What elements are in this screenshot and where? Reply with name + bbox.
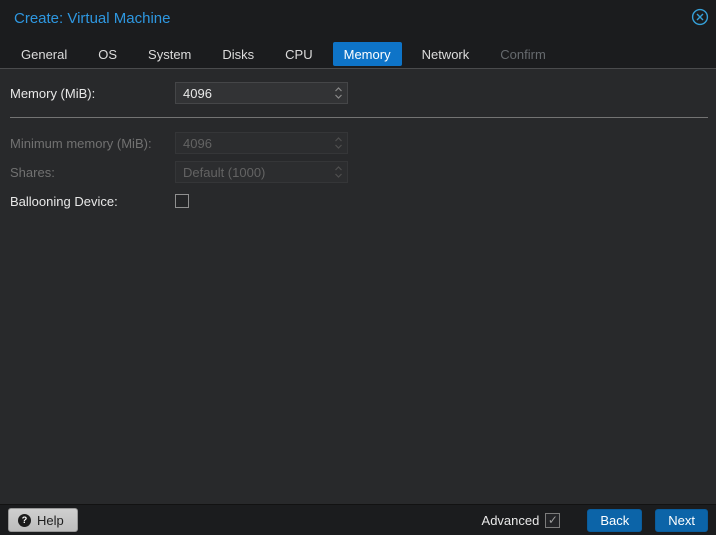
dialog-footer: Help Advanced Back Next: [0, 505, 716, 535]
min-memory-input: 4096: [175, 132, 348, 154]
wizard-tabbar: General OS System Disks CPU Memory Netwo…: [10, 42, 706, 66]
memory-input[interactable]: 4096: [175, 82, 348, 104]
spinner-arrows-icon: [334, 165, 343, 179]
close-icon: [691, 8, 709, 29]
help-button-label: Help: [37, 512, 64, 528]
min-memory-label: Minimum memory (MiB):: [10, 135, 152, 151]
ballooning-label: Ballooning Device:: [10, 193, 118, 209]
tab-memory[interactable]: Memory: [332, 42, 402, 66]
memory-tab-panel: Memory (MiB): 4096 Minimum memory (MiB):…: [0, 68, 716, 505]
question-icon: [18, 513, 31, 527]
ballooning-checkbox[interactable]: [175, 194, 189, 208]
dialog-header: Create: Virtual Machine: [0, 0, 716, 40]
advanced-label: Advanced: [481, 512, 540, 528]
next-button[interactable]: Next: [655, 508, 708, 532]
spinner-arrows-icon[interactable]: [334, 86, 343, 100]
tab-cpu[interactable]: CPU: [274, 42, 323, 66]
tab-general[interactable]: General: [10, 42, 78, 66]
help-button[interactable]: Help: [8, 508, 78, 532]
memory-label: Memory (MiB):: [10, 85, 96, 101]
tab-disks[interactable]: Disks: [211, 42, 265, 66]
tab-network[interactable]: Network: [411, 42, 481, 66]
advanced-toggle-group: Advanced: [481, 512, 561, 528]
advanced-separator: [10, 117, 708, 118]
close-button[interactable]: [690, 8, 710, 28]
form-row-min-memory: Minimum memory (MiB): 4096: [10, 130, 708, 156]
shares-label: Shares:: [10, 164, 55, 180]
advanced-checkbox[interactable]: [545, 512, 561, 528]
shares-input: Default (1000): [175, 161, 348, 183]
dialog-title: Create: Virtual Machine: [14, 10, 171, 27]
min-memory-value: 4096: [183, 135, 212, 151]
form-row-memory: Memory (MiB): 4096: [10, 80, 708, 106]
form-row-ballooning: Ballooning Device:: [10, 188, 708, 214]
tab-os[interactable]: OS: [87, 42, 128, 66]
spinner-arrows-icon: [334, 136, 343, 150]
create-vm-dialog: Create: Virtual Machine General OS Syste…: [0, 0, 716, 535]
back-button[interactable]: Back: [587, 508, 643, 532]
form-row-shares: Shares: Default (1000): [10, 159, 708, 185]
tab-system[interactable]: System: [137, 42, 202, 66]
tab-confirm: Confirm: [500, 46, 546, 62]
shares-value: Default (1000): [183, 164, 266, 180]
memory-value: 4096: [183, 85, 212, 101]
